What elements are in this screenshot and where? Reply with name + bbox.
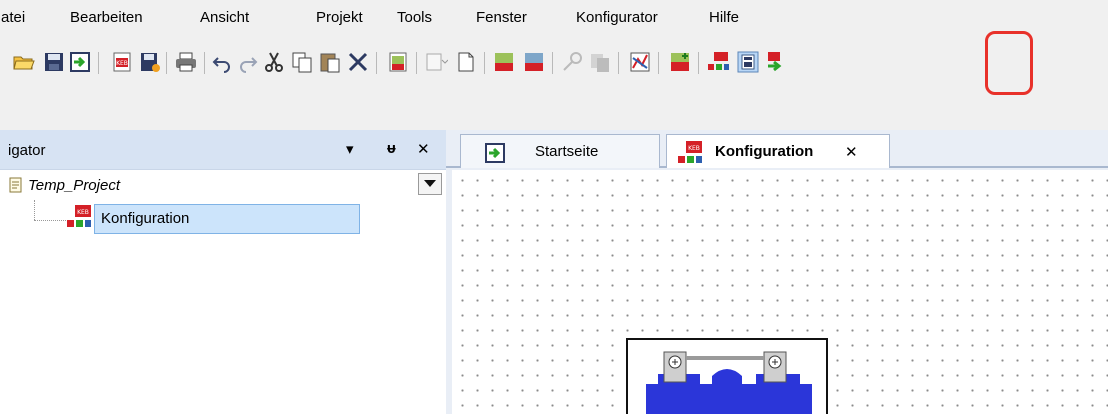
- toolbar-separator: [484, 52, 485, 74]
- toolbar-separator: [416, 52, 417, 74]
- svg-text:KEB: KEB: [77, 209, 89, 216]
- menu-fenster[interactable]: Fenster: [476, 9, 527, 26]
- navigator-header: igator ▾ ᵾ ✕: [0, 130, 446, 170]
- keb-network-icon[interactable]: [706, 50, 730, 74]
- navigator-panel: igator ▾ ᵾ ✕ Temp_Project KEB Konfigurat…: [0, 130, 446, 414]
- save-icon[interactable]: [42, 50, 66, 74]
- menu-datei[interactable]: atei: [1, 9, 25, 26]
- toolbar-separator: [698, 52, 699, 74]
- project-dropdown-button[interactable]: [418, 173, 442, 195]
- project-icon: [9, 177, 22, 193]
- toolbar-separator: [98, 52, 99, 74]
- import-icon[interactable]: [68, 50, 92, 74]
- chevron-down-icon[interactable]: ▾: [346, 140, 354, 158]
- configuration-icon: KEB: [67, 205, 91, 227]
- tree-item-konfiguration[interactable]: Konfiguration: [94, 204, 360, 234]
- new-document-icon[interactable]: [454, 50, 478, 74]
- pin-icon[interactable]: ᵾ: [387, 140, 396, 157]
- undo-icon[interactable]: [210, 50, 234, 74]
- toolbar-separator: [204, 52, 205, 74]
- svg-text:KEB: KEB: [688, 145, 700, 152]
- tab-close-icon[interactable]: ✕: [845, 143, 858, 161]
- menu-ansicht[interactable]: Ansicht: [200, 9, 249, 26]
- keb-add-icon[interactable]: [668, 50, 692, 74]
- tab-konfiguration[interactable]: KEB Konfiguration ✕: [666, 134, 890, 168]
- keb-connect-icon[interactable]: [492, 50, 516, 74]
- paste-icon[interactable]: [318, 50, 342, 74]
- toolbar-separator: [552, 52, 553, 74]
- copy-params-icon[interactable]: [588, 50, 612, 74]
- project-selector[interactable]: Temp_Project: [0, 172, 444, 198]
- close-icon[interactable]: ✕: [417, 140, 430, 158]
- tree-connector: [34, 220, 70, 221]
- insert-icon[interactable]: [424, 50, 448, 74]
- cut-icon[interactable]: [262, 50, 286, 74]
- open-folder-icon[interactable]: [12, 50, 36, 74]
- toolbar-strip: [0, 98, 1108, 130]
- keb-export-icon[interactable]: [764, 50, 788, 74]
- toolbar-separator: [376, 52, 377, 74]
- menu-konfigurator[interactable]: Konfigurator: [576, 9, 658, 26]
- menu-tools[interactable]: Tools: [397, 9, 432, 26]
- toolbar-separator: [618, 52, 619, 74]
- chart-icon[interactable]: [628, 50, 652, 74]
- keb-search-icon[interactable]: [386, 50, 410, 74]
- configuration-icon: KEB: [678, 141, 702, 163]
- configuration-canvas[interactable]: [452, 170, 1108, 414]
- print-icon[interactable]: [174, 50, 198, 74]
- keb-module-icon[interactable]: KEB: [110, 50, 134, 74]
- redo-icon[interactable]: [236, 50, 260, 74]
- keb-save-icon[interactable]: [138, 50, 162, 74]
- navigator-title: igator: [8, 142, 46, 159]
- menu-projekt[interactable]: Projekt: [316, 9, 363, 26]
- project-name: Temp_Project: [28, 177, 120, 194]
- document-area: Startseite KEB Konfiguration ✕: [446, 130, 1108, 414]
- tree-item-label: Konfiguration: [101, 210, 190, 227]
- tab-strip: Startseite KEB Konfiguration ✕: [446, 130, 1108, 168]
- start-icon: [485, 143, 505, 163]
- tree-connector: [34, 200, 35, 220]
- drive-device-image: [646, 351, 812, 414]
- copy-icon[interactable]: [290, 50, 314, 74]
- toolbar-separator: [166, 52, 167, 74]
- configurator-panel-icon[interactable]: [736, 50, 760, 74]
- menu-hilfe[interactable]: Hilfe: [709, 9, 739, 26]
- device-frame[interactable]: [626, 338, 828, 414]
- menu-bar: atei Bearbeiten Ansicht Projekt Tools Fe…: [0, 0, 1108, 36]
- toolbar-separator: [658, 52, 659, 74]
- highlight-ring: [985, 31, 1033, 95]
- toolbar: KEB: [0, 36, 1108, 98]
- tab-konfiguration-label: Konfiguration: [715, 143, 814, 160]
- menu-bearbeiten[interactable]: Bearbeiten: [70, 9, 143, 26]
- keb-compare-icon[interactable]: [522, 50, 546, 74]
- key-icon[interactable]: [560, 50, 584, 74]
- delete-icon[interactable]: [346, 50, 370, 74]
- tab-startseite-label: Startseite: [535, 143, 599, 160]
- tab-startseite[interactable]: Startseite: [460, 134, 660, 168]
- svg-text:KEB: KEB: [116, 60, 128, 67]
- triangle-down-icon: [424, 180, 436, 187]
